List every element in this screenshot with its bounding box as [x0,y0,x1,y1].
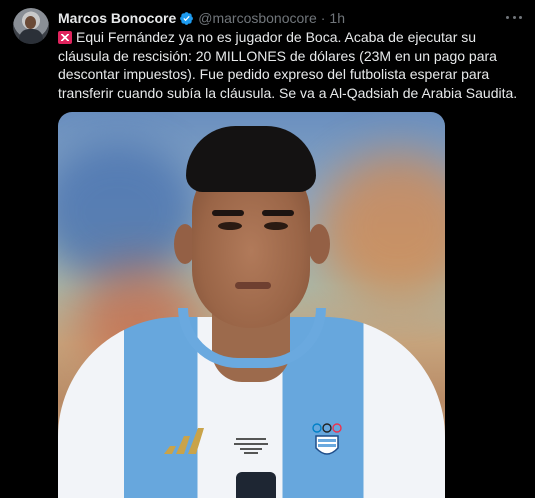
tweet[interactable]: Marcos Bonocore @marcosbonocore · 1h Equ… [0,0,535,498]
more-dot [512,15,516,19]
match-details-patch [234,438,268,454]
avatar[interactable] [13,8,49,44]
tweet-timestamp[interactable]: 1h [329,10,345,26]
more-dot [519,15,522,19]
tweet-header: Marcos Bonocore @marcosbonocore · 1h [58,9,345,27]
player-ear-right [308,224,330,264]
avatar-body-shape [19,29,43,44]
player-eye [218,222,242,230]
separator-dot: · [320,10,326,26]
adidas-logo-icon [164,428,204,454]
red-flag-emoji-icon [58,31,72,44]
more-dot [506,15,509,19]
player-eye [264,222,288,230]
more-options-icon[interactable] [506,10,522,24]
player-brow [262,210,294,216]
author-name[interactable]: Marcos Bonocore [58,10,176,26]
tweet-body: Equi Fernández ya no es jugador de Boca.… [58,29,518,101]
avatar-head-shape [25,16,36,29]
player-hair [186,126,316,192]
author-handle[interactable]: @marcosbonocore [198,10,317,26]
football-player-photo [58,112,445,498]
verified-badge-icon [180,11,194,25]
player-mouth [235,282,271,289]
tweet-photo[interactable] [58,112,445,498]
player-brow [212,210,244,216]
olympic-crest-icon [312,423,342,455]
jersey-number [236,472,276,498]
tweet-text: Equi Fernández ya no es jugador de Boca.… [58,28,528,102]
